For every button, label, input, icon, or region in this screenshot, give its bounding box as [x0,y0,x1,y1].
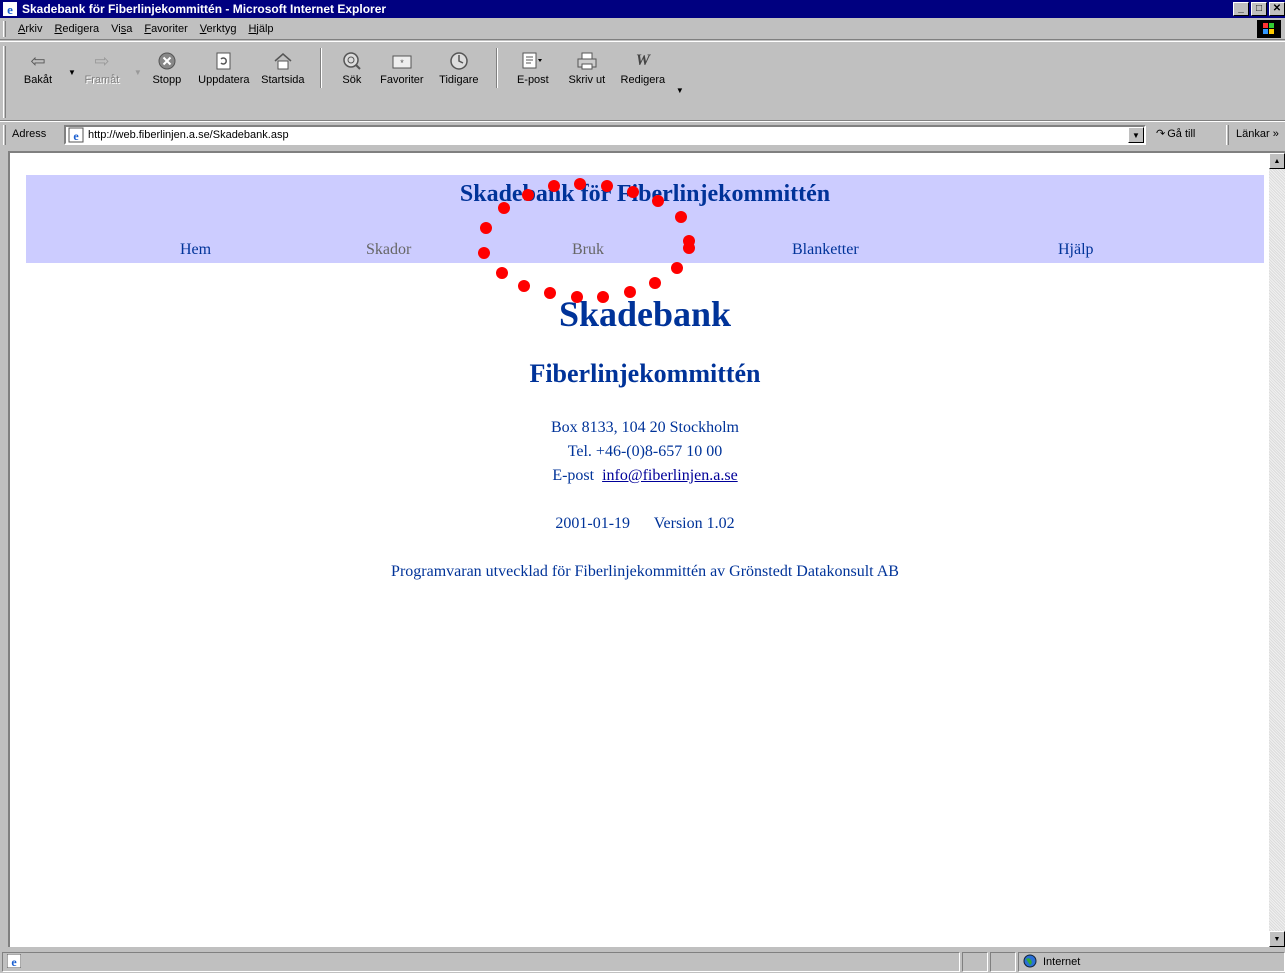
stop-button[interactable]: Stopp [142,46,192,118]
scroll-down-icon[interactable]: ▼ [1269,931,1285,947]
history-icon [449,48,469,74]
version-number: Version 1.02 [653,515,735,532]
address-field[interactable]: e ▼ [64,125,1146,145]
menu-hjalp[interactable]: Hjälp [242,23,279,35]
main-title: Skadebank [558,294,732,334]
banner-title: Skadebank för Fiberlinjekommittén [459,181,831,207]
windows-flag-icon [1257,20,1281,38]
sub-title: Fiberlinjekommittén [529,359,761,388]
status-bar: e Internet [0,949,1285,973]
svg-text:*: * [400,58,404,68]
address-bar: Adress e ▼ ↷ Gå till Länkar » [0,121,1285,147]
address-dropdown-icon[interactable]: ▼ [1128,127,1144,143]
home-button[interactable]: Startsida [256,46,310,118]
go-button[interactable]: ↷ Gå till [1156,127,1195,141]
menu-grip[interactable] [3,21,6,37]
address-grip[interactable] [3,125,6,145]
mail-button[interactable]: E-post [508,46,558,118]
email-line: E-post info@fiberlinjen.a.se [10,467,1280,485]
favorites-folder-icon: * [392,48,412,74]
standard-toolbar: ⇦ Bakåt ▼ ⇨ Framåt ▼ Stopp Uppdatera Sta… [0,41,1285,121]
back-button[interactable]: ⇦ Bakåt [14,46,62,118]
window-title: Skadebank för Fiberlinjekommittén - Micr… [22,2,387,16]
web-page: Skadebank för Fiberlinjekommittén Hem Sk… [10,153,1269,947]
page-icon: e [68,127,84,143]
title-bar: e Skadebank för Fiberlinjekommittén - Mi… [0,0,1285,18]
release-date: 2001-01-19 [555,515,631,532]
print-button[interactable]: Skriv ut [558,46,616,118]
close-button[interactable]: ✕ [1269,2,1285,16]
links-button[interactable]: Länkar » [1236,128,1279,140]
page-status-icon: e [6,953,22,971]
word-edit-icon: W [635,52,650,69]
email-link[interactable]: info@fiberlinjen.a.se [602,467,738,484]
history-button[interactable]: Tidigare [432,46,486,118]
nav-link-bruk[interactable]: Bruk [572,241,604,259]
status-pane-progress [962,952,988,972]
forward-dropdown-icon[interactable]: ▼ [134,68,142,77]
version-line: 2001-01-19 Version 1.02 [10,515,1280,533]
toolbar-separator [495,48,498,88]
nav-link-blanketter[interactable]: Blanketter [792,241,859,259]
edit-button[interactable]: W Redigera [616,46,670,118]
svg-text:e: e [73,129,79,143]
menu-redigera[interactable]: Redigera [48,23,105,35]
menu-verktyg[interactable]: Verktyg [194,23,243,35]
home-icon [273,48,293,74]
status-zone-pane: Internet [1018,952,1285,972]
security-zone-label: Internet [1043,956,1081,968]
toolbar-overflow-icon[interactable]: ▼ [676,86,684,95]
favorites-button[interactable]: * Favoriter [372,46,432,118]
minimize-button[interactable]: _ [1233,2,1249,16]
phone-number: Tel. +46-(0)8-657 10 00 [567,443,723,460]
menu-bar: Arkiv Redigera Visa Favoriter Verktyg Hj… [0,18,1285,40]
status-pane-security [990,952,1016,972]
menu-arkiv[interactable]: Arkiv [12,23,48,35]
globe-icon [1023,954,1037,971]
browser-viewport: Skadebank för Fiberlinjekommittén Hem Sk… [8,151,1285,947]
menu-visa[interactable]: Visa [105,23,138,35]
email-label: E-post [552,467,595,484]
mail-icon [522,48,544,74]
search-button[interactable]: Sök [332,46,372,118]
printer-icon [577,48,597,74]
refresh-button[interactable]: Uppdatera [192,46,256,118]
nav-link-hem[interactable]: Hem [180,241,211,259]
nav-link-skador[interactable]: Skador [366,241,411,259]
header-banner: Skadebank för Fiberlinjekommittén Hem Sk… [26,175,1264,263]
back-arrow-icon: ⇦ [30,50,46,71]
forward-button[interactable]: ⇨ Framåt [76,46,128,118]
refresh-icon [216,48,232,74]
ie-logo-icon: e [2,1,18,17]
svg-text:e: e [7,2,13,16]
links-separator [1226,125,1229,145]
stop-icon [158,48,176,74]
status-text-pane: e [2,952,960,972]
toolbar-separator [319,48,322,88]
postal-address: Box 8133, 104 20 Stockholm [550,419,739,436]
address-label: Adress [12,128,47,140]
toolbar-grip[interactable] [3,46,6,118]
forward-arrow-icon: ⇨ [94,50,110,71]
url-input[interactable] [88,129,1144,141]
credits-text: Programvaran utvecklad för Fiberlinjekom… [391,563,899,580]
go-arrow-icon: ↷ [1156,128,1166,140]
scroll-up-icon[interactable]: ▲ [1269,153,1285,169]
menu-favoriter[interactable]: Favoriter [138,23,193,35]
svg-text:e: e [11,955,17,968]
search-icon [342,48,362,74]
nav-link-hjalp[interactable]: Hjälp [1058,241,1094,259]
maximize-button[interactable]: □ [1251,2,1267,16]
vertical-scrollbar[interactable]: ▲ ▼ [1269,153,1285,947]
back-dropdown-icon[interactable]: ▼ [68,68,76,77]
